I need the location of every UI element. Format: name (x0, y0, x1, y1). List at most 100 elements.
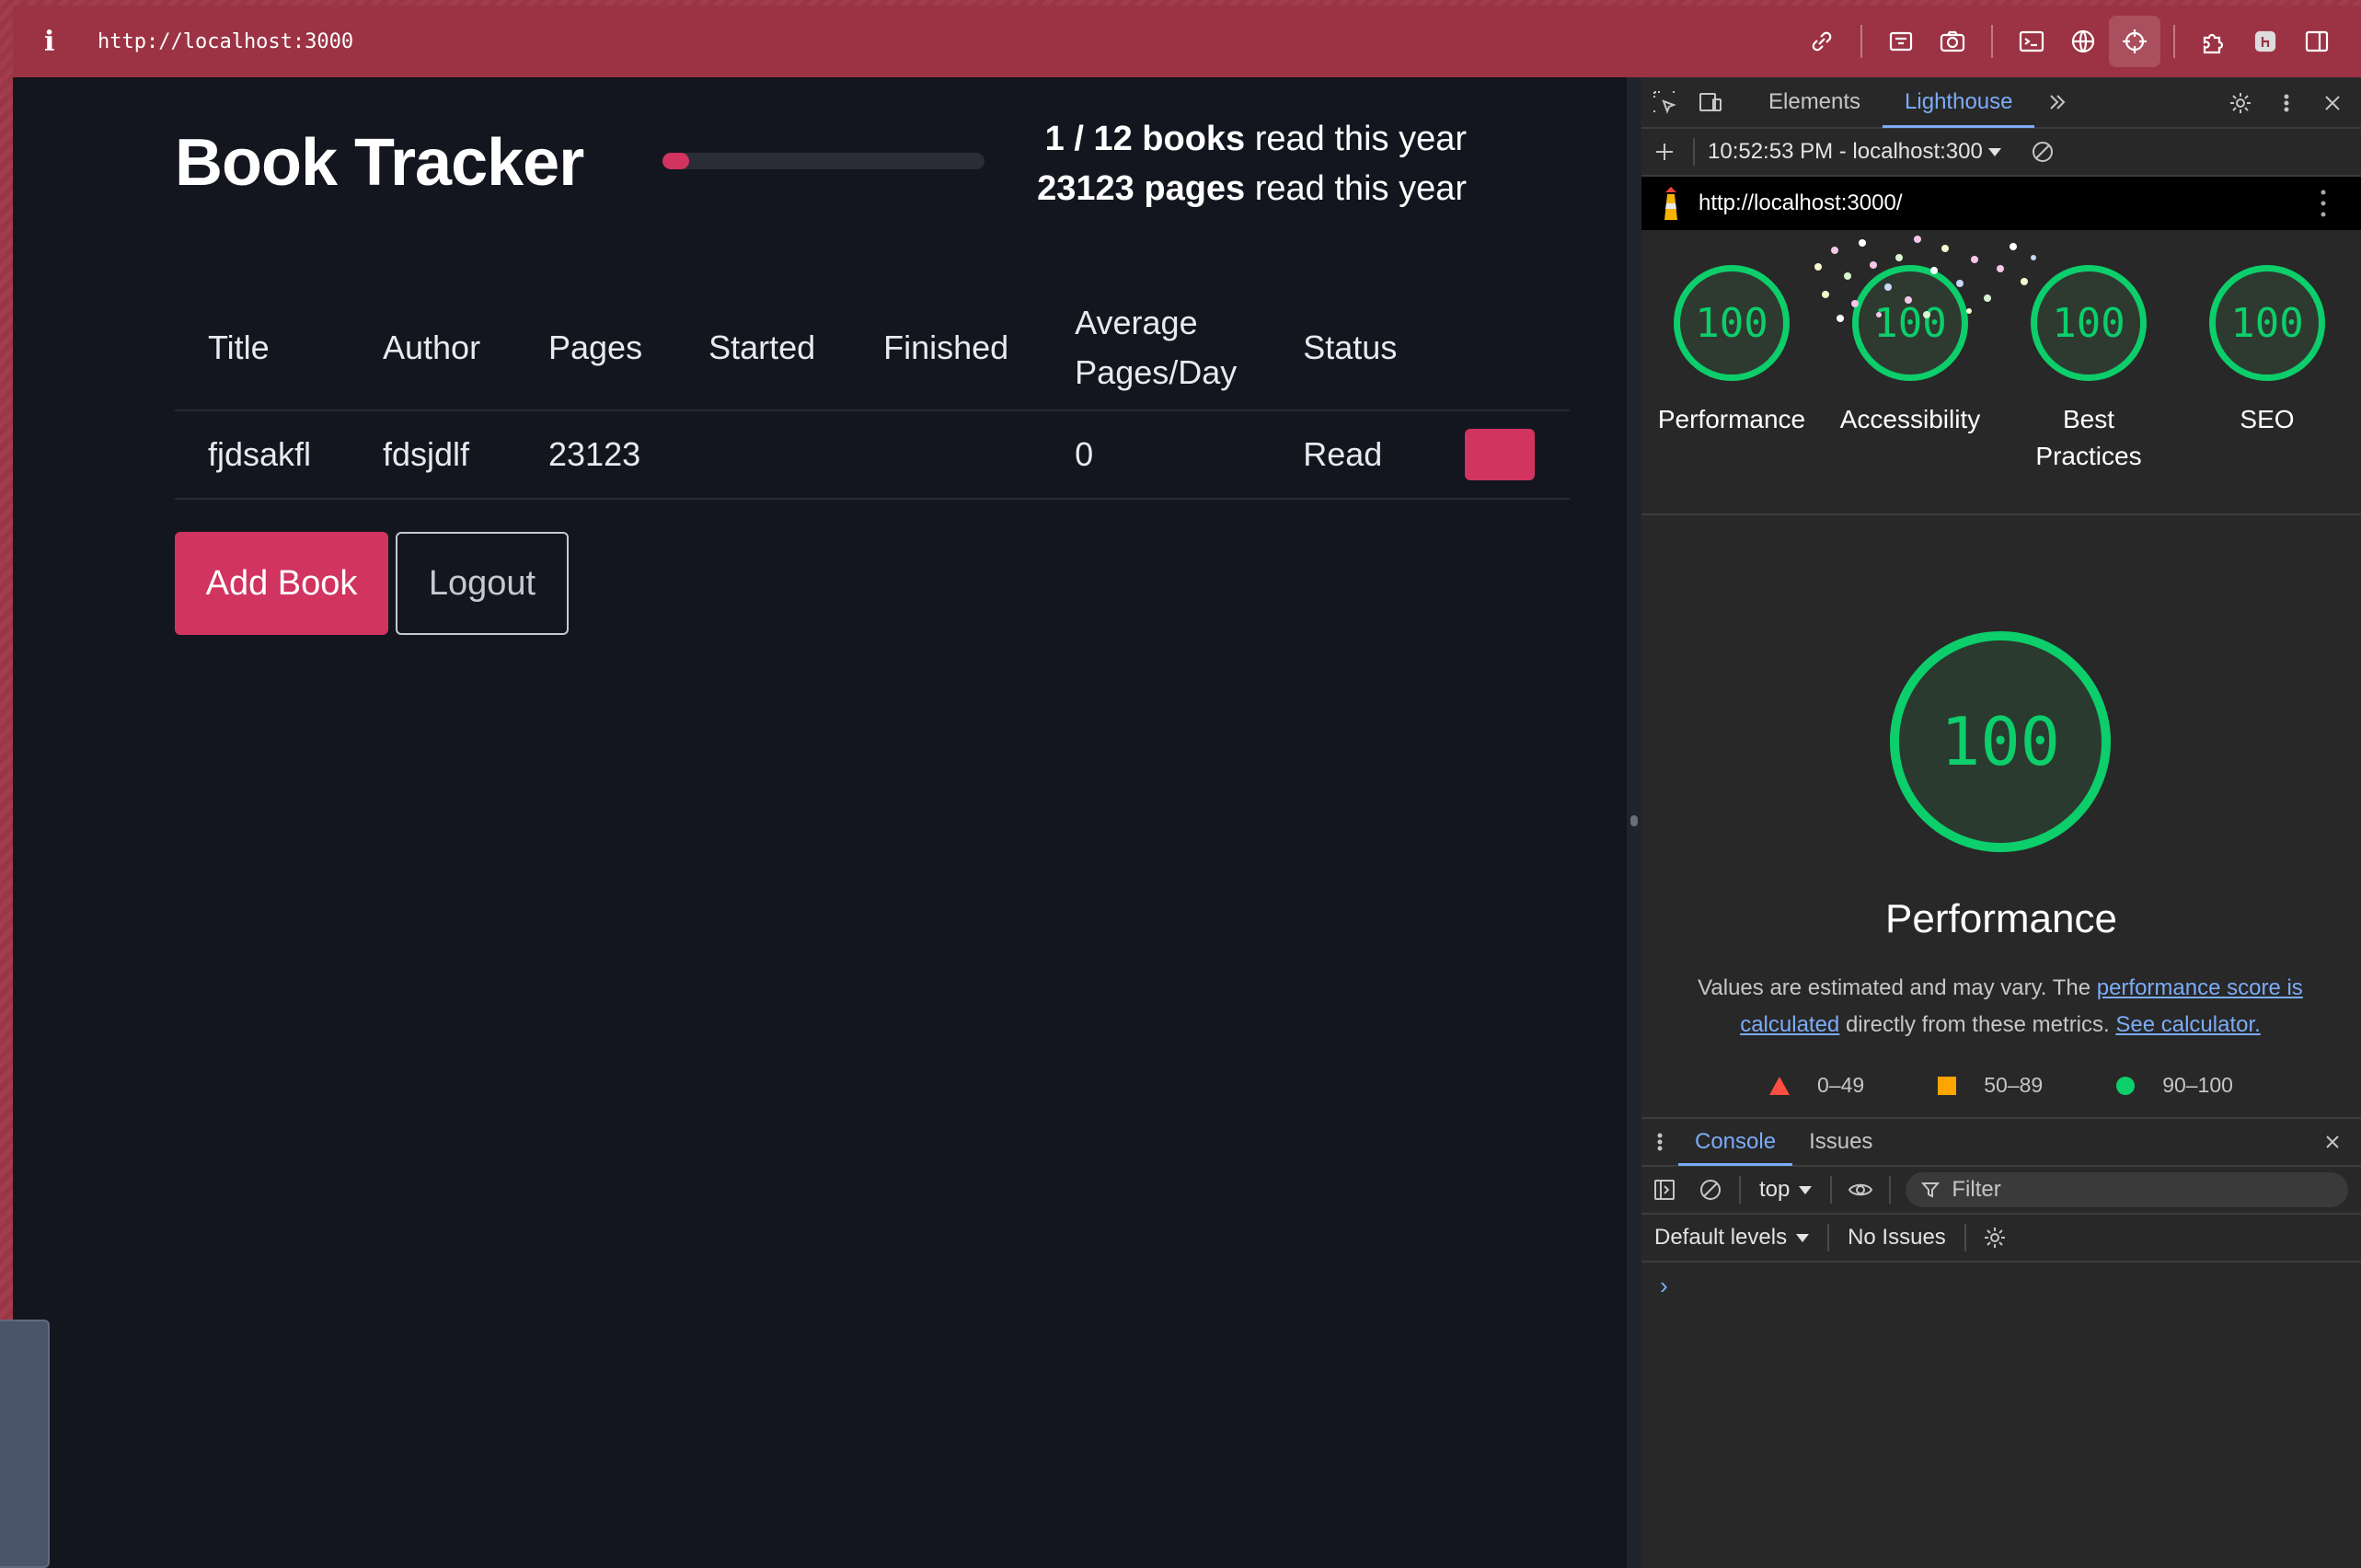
report-menu-icon[interactable] (2319, 188, 2328, 219)
legend-fail: 0–49 (1769, 1073, 1864, 1098)
gauge-seo[interactable]: 100 SEO (2177, 265, 2357, 438)
devtools-tab-bar: Elements Lighthouse (1641, 77, 2361, 129)
split-panel-icon[interactable] (2291, 16, 2343, 67)
books-stat: 1 / 12 books read this year (1007, 114, 1467, 164)
toolbar-divider (1991, 25, 1993, 58)
more-tabs-chevron-icon[interactable] (2034, 76, 2080, 128)
legend-fail-label: 0–49 (1817, 1073, 1865, 1097)
circle-icon (2116, 1076, 2136, 1095)
live-expression-eye-icon[interactable] (1837, 1164, 1883, 1216)
column-header-finished[interactable]: Finished (850, 285, 1042, 411)
gauge-label: SEO (2240, 405, 2295, 433)
report-url[interactable]: http://localhost:3000/ (1699, 190, 1902, 216)
log-levels-dropdown[interactable]: Default levels (1641, 1225, 1822, 1251)
add-book-button[interactable]: Add Book (175, 532, 388, 635)
sidebar-toggle-icon[interactable] (1641, 1164, 1687, 1216)
close-devtools-icon[interactable] (2309, 77, 2355, 129)
screenshot-area-icon[interactable] (1875, 16, 1927, 67)
profile-avatar-icon[interactable] (2240, 16, 2291, 67)
row-action-button[interactable] (1465, 429, 1536, 480)
legend-pass: 90–100 (2116, 1073, 2233, 1098)
side-drawer-tab[interactable] (0, 1320, 50, 1568)
globe-icon[interactable] (2057, 16, 2109, 67)
separator (1693, 138, 1695, 166)
avg-header-line2: Pages/Day (1075, 352, 1238, 391)
avg-header-line1: Average (1075, 303, 1198, 341)
devtools-panel: Elements Lighthouse 10:52:53 PM - localh… (1641, 77, 2361, 1568)
toolbar-tools (1796, 6, 2343, 77)
device-toolbar-icon[interactable] (1687, 76, 1733, 128)
pages-stat: 23123 pages read this year (1007, 164, 1467, 213)
gauge-label: Accessibility (1839, 405, 1981, 433)
issues-counter[interactable]: No Issues (1835, 1225, 1959, 1251)
logout-button[interactable]: Logout (396, 532, 569, 635)
drawer-tab-bar: Console Issues (1641, 1119, 2361, 1167)
column-header-author[interactable]: Author (350, 285, 515, 411)
cell-author: fdsjdlf (350, 410, 515, 500)
cell-pages: 23123 (515, 410, 676, 500)
camera-icon[interactable] (1927, 16, 1978, 67)
console-toolbar: top Filter (1641, 1167, 2361, 1215)
console-prompt[interactable]: › (1660, 1272, 2361, 1300)
terminal-icon[interactable] (2006, 16, 2057, 67)
column-header-status[interactable]: Status (1270, 285, 1433, 411)
performance-big-gauge: 100 (1890, 631, 2111, 852)
separator (1827, 1224, 1830, 1251)
pages-count: 23123 pages (1037, 169, 1246, 208)
column-header-actions (1432, 285, 1570, 411)
legend-pass-label: 90–100 (2162, 1073, 2233, 1097)
inspect-element-icon[interactable] (1641, 76, 1687, 128)
performance-note: Values are estimated and may vary. The p… (1678, 970, 2322, 1043)
devtools-resize-handle[interactable] (1627, 77, 1641, 1568)
books-count: 1 / 12 books (1044, 120, 1246, 158)
lighthouse-logo-icon (1664, 187, 1677, 220)
clear-console-icon[interactable] (1687, 1164, 1733, 1216)
levels-value: Default levels (1654, 1225, 1788, 1250)
extensions-puzzle-icon[interactable] (2188, 16, 2240, 67)
console-settings-gear-icon[interactable] (1972, 1212, 2018, 1263)
close-drawer-icon[interactable] (2309, 1116, 2355, 1168)
gauge-score: 100 (1674, 265, 1790, 381)
column-header-average-pages-day[interactable]: Average Pages/Day (1042, 285, 1271, 411)
drawer-menu-icon[interactable] (1641, 1116, 1678, 1168)
column-header-started[interactable]: Started (675, 285, 851, 411)
console-filter-input[interactable]: Filter (1906, 1172, 2348, 1207)
separator (1739, 1176, 1741, 1204)
tab-console[interactable]: Console (1678, 1118, 1793, 1166)
cell-status: Read (1270, 410, 1433, 500)
filter-funnel-icon (1921, 1182, 1941, 1198)
page-title: Book Tracker (175, 126, 584, 200)
kebab-menu-icon[interactable] (2263, 77, 2309, 129)
tab-elements[interactable]: Elements (1746, 76, 1883, 128)
pages-suffix: read this year (1245, 169, 1467, 208)
cell-average: 0 (1042, 410, 1271, 500)
report-selector[interactable]: 10:52:53 PM - localhost:300 (1708, 139, 1983, 165)
tab-issues[interactable]: Issues (1792, 1118, 1889, 1166)
clear-reports-icon[interactable] (2020, 126, 2066, 178)
new-report-plus-icon[interactable] (1641, 126, 1687, 178)
cell-started (675, 410, 851, 500)
see-calculator-link[interactable]: See calculator. (2115, 1012, 2260, 1037)
lighthouse-score-summary: 100 Performance 100 Accessibility 100 Be… (1641, 230, 2361, 515)
report-dropdown-caret-icon[interactable] (1987, 147, 2001, 156)
context-value: top (1759, 1177, 1791, 1202)
info-icon[interactable]: i (44, 26, 72, 58)
reading-stats: 1 / 12 books read this year 23123 pages … (1007, 114, 1467, 213)
chevron-down-icon (1799, 1185, 1813, 1194)
column-header-title[interactable]: Title (175, 285, 350, 411)
resize-grip (1630, 815, 1638, 826)
gauge-score: 100 (2031, 265, 2147, 381)
column-header-pages[interactable]: Pages (515, 285, 676, 411)
settings-gear-icon[interactable] (2217, 77, 2263, 129)
context-selector[interactable]: top (1746, 1177, 1825, 1203)
separator (1964, 1224, 1966, 1251)
table-row[interactable]: fjdsakfl fdsjdlf 23123 0 Read (175, 410, 1570, 500)
address-url[interactable]: http://localhost:3000 (98, 30, 353, 53)
gauge-label: Best Practices (2035, 405, 2142, 470)
crosshair-icon[interactable] (2109, 16, 2160, 67)
gauge-performance[interactable]: 100 Performance (1641, 265, 1822, 438)
tab-lighthouse[interactable]: Lighthouse (1883, 76, 2035, 128)
link-icon[interactable] (1796, 16, 1848, 67)
table-header-row: Title Author Pages Started Finished Aver… (175, 285, 1570, 411)
lighthouse-url-bar: http://localhost:3000/ (1641, 177, 2361, 230)
